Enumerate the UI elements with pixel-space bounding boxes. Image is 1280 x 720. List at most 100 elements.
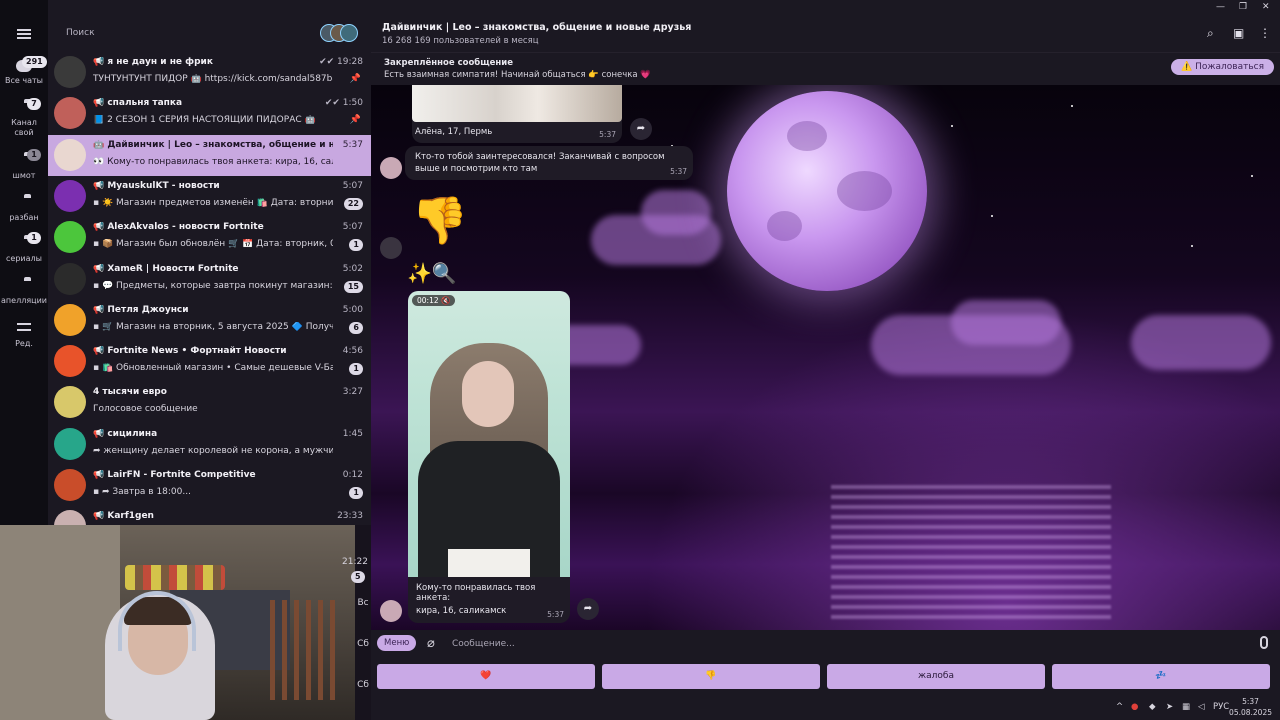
folder-icon [15,280,33,294]
chat-title: Дайвинчик | Leo – знакомства, общение и … [382,22,692,33]
clock-time: 5:37 [1242,697,1259,706]
chat-row[interactable]: 📢 сицилина ➦ женщину делает королевой не … [48,424,371,465]
message-photo[interactable]: Алёна, 17, Пермь 5:37 [412,85,622,143]
thumbs-down-sticker[interactable]: 👎 [411,190,468,250]
pin-icon: 📌 [349,74,361,84]
message-input[interactable]: Сообщение... [452,639,515,649]
folder-shmot[interactable]: 1 шмот [0,149,48,180]
sliders-icon [15,323,33,337]
chat-row[interactable]: 4 тысячи евро Голосовое сообщение 3:27 [48,382,371,423]
pinned-text: Есть взаимная симпатия! Начинай общаться… [384,70,651,80]
chat-time: 5:37 [342,139,363,150]
chat-row[interactable]: 📢 я не даун и не фрик ТУНТУНТУНТ ПИДОР 🤖 … [48,52,371,93]
chat-preview: 👀 Кому-то понравилась твоя анкета: кира,… [93,156,333,167]
chat-row[interactable]: 📢 спальня тапка 📘 2 СЕЗОН 1 СЕРИЯ НАСТОЯЩ… [48,93,371,134]
close-icon[interactable]: ✕ [1262,2,1270,12]
chat-title: 📢 AlexAkvalos - новости Fortnite [93,222,264,233]
taskbar-clock[interactable]: 5:37 05.08.2025 [1229,696,1272,718]
chat-row[interactable]: 🤖 Дайвинчик | Leo – знакомства, общение … [48,134,371,176]
folder-label: Ред. [15,339,33,348]
pin-icon: 📌 [349,115,361,126]
minimize-icon[interactable]: — [1216,2,1225,12]
chat-title: 🤖 Дайвинчик | Leo – знакомства, общение … [93,139,333,150]
avatar [54,262,86,295]
folder-channel[interactable]: 7 Канал свой [0,98,48,138]
maximize-icon[interactable]: ❐ [1239,2,1247,12]
message-time: 5:37 [547,610,564,619]
video-thumbnail [462,361,514,427]
forward-icon[interactable]: ➦ [630,118,652,140]
more-icon[interactable]: ⋮ [1259,26,1271,40]
chevron-up-icon[interactable]: ^ [1116,702,1123,712]
chat-area: Дайвинчик | Leo – знакомства, общение и … [371,0,1280,720]
chat-time: 5:02 [342,263,363,274]
chat-preview: ▪ 💬 Предметы, которые завтра покинут маг… [93,280,333,291]
folder-label: шмот [12,171,36,180]
network-icon[interactable]: ▦ [1182,702,1190,712]
forward-icon[interactable]: ➦ [577,598,599,620]
telegram-tray-icon[interactable]: ➤ [1166,702,1173,712]
folder-all-chats[interactable]: 291 Все чаты [0,56,48,85]
video-message[interactable]: 00:12 🔇 [408,291,570,577]
avatar[interactable] [380,237,402,259]
chat-row[interactable]: 📢 AlexAkvalos - новости Fortnite ▪ 📦 Мага… [48,217,371,258]
chat-title: 📢 спальня тапка [93,98,183,109]
chat-time: ✔✔ 1:50 [324,98,363,109]
sparkles-magnifier-sticker[interactable]: ✨🔍 [407,261,457,285]
microphone-icon[interactable] [1260,636,1268,649]
folder-serials[interactable]: 1 сериалы [0,232,48,263]
avatar [54,221,86,254]
chat-title: 📢 Karf1gen [93,511,154,522]
message-body: Кто-то тобой заинтересовался! Заканчивай… [415,152,665,174]
keyboard-button-like[interactable]: ❤️ [377,664,595,689]
avatar[interactable] [380,600,402,622]
message-time: 5:37 [599,130,616,139]
folder-rail: 291 Все чаты 7 Канал свой 1 шмот разбан … [0,0,48,525]
chat-row[interactable]: 📢 XameR | Новости Fortnite ▪ 💬 Предметы, … [48,259,371,300]
chat-list: Поиск 📢 я не даун и не фрик ТУНТУНТУНТ ПИ… [48,0,371,525]
sidebar-toggle-icon[interactable]: ▣ [1233,26,1244,40]
keyboard-button-dislike[interactable]: 👎 [602,664,820,689]
bot-menu-button[interactable]: Меню [377,635,417,651]
chat-subtitle: 16 268 169 пользователей в месяц [382,36,539,46]
avatar [54,386,86,419]
chat-row[interactable]: 📢 MyauskulKT - новости ▪ ☀️ Магазин предм… [48,176,371,217]
video-duration[interactable]: 00:12 🔇 [412,295,456,306]
keyboard-button-report[interactable]: жалоба [827,664,1045,689]
chat-row[interactable]: 📢 Fortnite News • Фортнайт Новости ▪ 🛍️ О… [48,341,371,382]
chat-preview: ТУНТУНТУНТ ПИДОР 🤖 https://kick.com/sand… [93,74,333,84]
stories-avatars[interactable] [320,24,360,42]
language-indicator[interactable]: РУС [1213,702,1229,712]
chat-preview: ▪ 🛍️ Обновленный магазин • Самые дешевые… [93,363,333,374]
folder-edit[interactable]: Ред. [0,321,48,348]
folder-razban[interactable]: разбан [0,197,48,222]
chat-row[interactable]: 📢 Петля Джоунси ▪ 🛒 Магазин на вторник, 5… [48,300,371,341]
message-caption-bubble[interactable]: Кому-то понравилась твоя анкета: кира, 1… [408,577,570,623]
unread-badge: 5 [351,571,365,583]
keyboard-button-sleep[interactable]: 💤 [1052,664,1270,689]
avatar [54,138,86,171]
app-tray-icon[interactable]: ● [1131,702,1138,712]
photo-image [412,85,622,122]
avatar[interactable] [380,157,402,179]
search-input[interactable]: Поиск [66,28,95,38]
chat-title: 📢 LairFN - Fortnite Competitive [93,470,256,480]
pinned-message[interactable]: Закреплённое сообщение Есть взаимная сим… [371,52,1280,86]
chat-preview: ➦ женщину делает королевой не корона, а … [93,445,333,456]
chat-time: 4:56 [342,346,363,357]
volume-icon[interactable]: ◁ [1198,702,1205,712]
menu-icon[interactable] [17,29,31,39]
unread-badge: 22 [343,197,363,210]
chat-row[interactable]: 📢 LairFN - Fortnite Competitive ▪ ➦ Завтр… [48,465,371,506]
chat-header[interactable]: Дайвинчик | Leo – знакомства, общение и … [371,0,1280,52]
app-tray-icon[interactable]: ◆ [1149,702,1156,712]
attach-icon[interactable]: ⌀ [427,636,435,651]
chat-row[interactable]: 📢 Karf1gen 23:33 [48,506,371,525]
bot-keyboard: ❤️ 👎 жалоба 💤 [371,660,1280,696]
message-text[interactable]: Кто-то тобой заинтересовался! Заканчивай… [405,146,693,180]
chat-preview: ▪ 🛒 Магазин на вторник, 5 августа 2025 🔷… [93,321,333,332]
folder-appeals[interactable]: апелляции [0,280,48,305]
unread-badge: 1 [349,487,363,499]
search-icon[interactable]: ⌕ [1207,26,1214,41]
report-button[interactable]: ⚠️ Пожаловаться [1171,59,1274,75]
